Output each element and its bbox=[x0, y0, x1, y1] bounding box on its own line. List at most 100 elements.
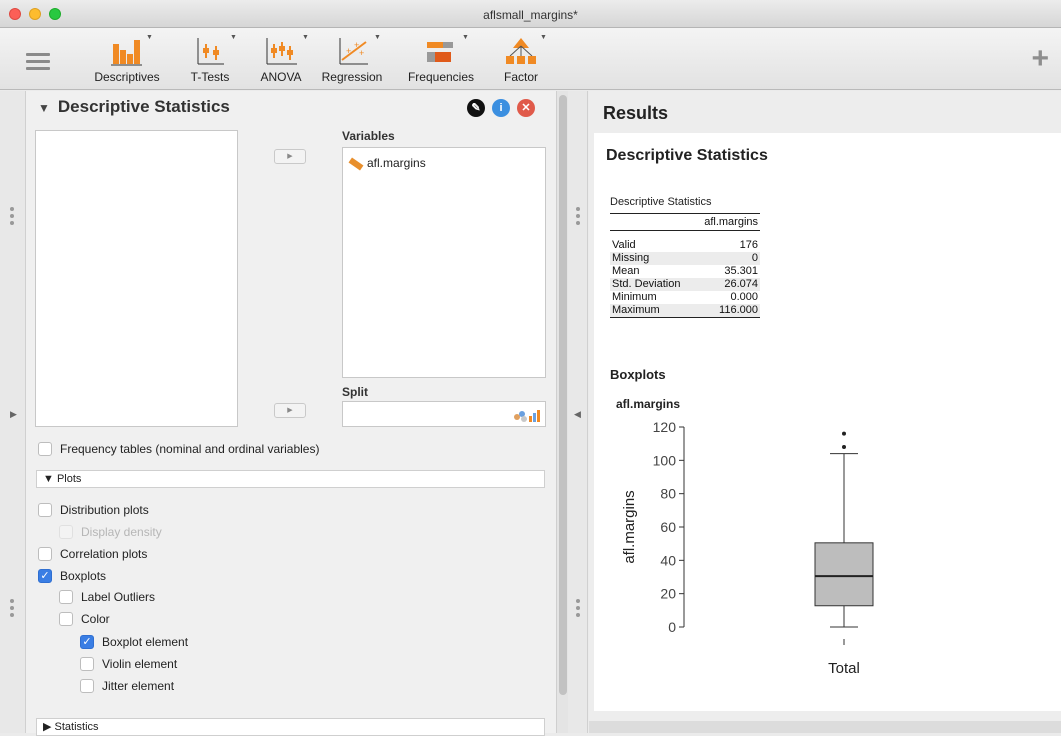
display-density-label: Display density bbox=[81, 525, 162, 539]
move-to-split-button[interactable]: ▶ bbox=[274, 403, 306, 418]
boxplot-element-checkbox[interactable]: ✓ bbox=[80, 635, 94, 649]
drag-handle-icon[interactable] bbox=[10, 207, 14, 228]
row-label: Missing bbox=[610, 252, 695, 265]
display-density-checkbox bbox=[59, 525, 73, 539]
drag-handle-icon[interactable] bbox=[576, 599, 580, 620]
collapse-arrow-icon[interactable]: ◀ bbox=[574, 409, 581, 420]
nominal-ordinal-icon bbox=[514, 410, 540, 422]
row-value: 0.000 bbox=[730, 291, 758, 303]
violin-element-checkbox[interactable] bbox=[80, 657, 94, 671]
row-value: 176 bbox=[739, 239, 758, 251]
row-value: 26.074 bbox=[694, 278, 760, 291]
descriptives-button[interactable]: ▼ Descriptives bbox=[90, 34, 164, 84]
variable-item[interactable]: afl.margins bbox=[348, 156, 426, 171]
boxplot-chart[interactable]: 0 20 40 60 80 100 120 afl.margins Total bbox=[614, 413, 914, 683]
add-module-button[interactable]: + bbox=[1031, 42, 1049, 76]
info-button[interactable]: i bbox=[492, 99, 510, 117]
results-section-title[interactable]: Descriptive Statistics bbox=[606, 147, 768, 165]
label-outliers-option[interactable]: Label Outliers bbox=[59, 590, 155, 604]
t-tests-icon bbox=[197, 38, 224, 65]
factor-label: Factor bbox=[503, 70, 538, 84]
plots-section-header[interactable]: ▼ Plots bbox=[36, 470, 545, 488]
frequency-tables-checkbox[interactable] bbox=[38, 442, 52, 456]
left-collapse-strip[interactable]: ▶ bbox=[0, 91, 26, 733]
ribbon-toolbar: ▼ Descriptives ▼ T-Tests ▼ ANOVA + + + ▼… bbox=[0, 28, 1061, 90]
plot-title[interactable]: afl.margins bbox=[616, 397, 680, 411]
boxplots-option[interactable]: ✓ Boxplots bbox=[38, 569, 106, 583]
ruler-icon bbox=[348, 157, 364, 171]
correlation-plots-checkbox[interactable] bbox=[38, 547, 52, 561]
table-title[interactable]: Descriptive Statistics bbox=[610, 196, 711, 208]
row-label: Mean bbox=[612, 265, 640, 277]
panel-divider[interactable]: ◀ bbox=[568, 91, 588, 733]
distribution-plots-checkbox[interactable] bbox=[38, 503, 52, 517]
variables-list[interactable]: afl.margins bbox=[342, 147, 546, 378]
distribution-plots-label: Distribution plots bbox=[60, 503, 149, 517]
frequencies-button[interactable]: ▼ Frequencies bbox=[404, 34, 478, 84]
correlation-plots-option[interactable]: Correlation plots bbox=[38, 547, 147, 561]
correlation-plots-label: Correlation plots bbox=[60, 547, 148, 561]
anova-button[interactable]: ▼ ANOVA bbox=[254, 34, 309, 84]
boxplot-element-label: Boxplot element bbox=[102, 635, 189, 649]
window-titlebar: aflsmall_margins* bbox=[0, 0, 1061, 28]
row-value: 35.301 bbox=[724, 265, 758, 277]
options-scrollbar[interactable] bbox=[556, 91, 568, 733]
y-tick-label: 60 bbox=[660, 519, 676, 535]
svg-text:+: + bbox=[346, 46, 351, 56]
statistics-section-header[interactable]: ▶ Statistics bbox=[36, 718, 545, 736]
anova-label: ANOVA bbox=[260, 70, 302, 84]
analysis-options-panel: ▼ Descriptive Statistics ✎ i ✕ ▶ Variable… bbox=[26, 91, 556, 736]
factor-button[interactable]: ▼ Factor bbox=[494, 34, 548, 84]
boxplot-element-option[interactable]: ✓ Boxplot element bbox=[80, 635, 188, 649]
jitter-element-checkbox[interactable] bbox=[80, 679, 94, 693]
y-tick-label: 0 bbox=[668, 619, 676, 635]
row-value: 116.000 bbox=[694, 304, 760, 318]
x-category-label: Total bbox=[828, 660, 860, 677]
regression-button[interactable]: + + + ▼ Regression bbox=[312, 34, 392, 84]
edit-title-button[interactable]: ✎ bbox=[467, 99, 485, 117]
menu-icon[interactable] bbox=[26, 53, 50, 74]
move-to-variables-button[interactable]: ▶ bbox=[274, 149, 306, 164]
results-output: Descriptive Statistics Descriptive Stati… bbox=[594, 133, 1061, 711]
boxplots-checkbox[interactable]: ✓ bbox=[38, 569, 52, 583]
regression-label: Regression bbox=[321, 70, 383, 84]
boxplots-label: Boxplots bbox=[60, 569, 107, 583]
row-value: 0 bbox=[694, 252, 760, 265]
split-box[interactable] bbox=[342, 401, 546, 427]
frequency-tables-option[interactable]: Frequency tables (nominal and ordinal va… bbox=[38, 442, 319, 456]
analysis-header[interactable]: ▼ Descriptive Statistics bbox=[38, 97, 230, 117]
results-horizontal-scrollbar[interactable] bbox=[589, 721, 1061, 733]
close-analysis-button[interactable]: ✕ bbox=[517, 99, 535, 117]
results-panel: Results Descriptive Statistics Descripti… bbox=[589, 91, 1061, 733]
variables-label: Variables bbox=[342, 129, 395, 143]
y-axis-label: afl.margins bbox=[621, 490, 638, 563]
table-column-header: afl.margins bbox=[694, 213, 760, 231]
frequency-tables-label: Frequency tables (nominal and ordinal va… bbox=[60, 442, 320, 456]
results-title: Results bbox=[603, 103, 669, 123]
anova-icon bbox=[266, 38, 297, 65]
jitter-element-option[interactable]: Jitter element bbox=[80, 679, 174, 693]
label-outliers-checkbox[interactable] bbox=[59, 590, 73, 604]
distribution-plots-option[interactable]: Distribution plots bbox=[38, 503, 149, 517]
collapse-triangle-icon[interactable]: ▼ bbox=[38, 101, 50, 115]
violin-element-label: Violin element bbox=[102, 657, 178, 671]
color-option[interactable]: Color bbox=[59, 612, 110, 626]
row-label: Minimum bbox=[612, 291, 657, 303]
color-label: Color bbox=[81, 612, 110, 626]
expand-arrow-icon[interactable]: ▶ bbox=[10, 409, 17, 420]
violin-element-option[interactable]: Violin element bbox=[80, 657, 177, 671]
variable-name: afl.margins bbox=[367, 156, 426, 170]
collapsed-triangle-icon: ▶ bbox=[43, 721, 55, 733]
drag-handle-icon[interactable] bbox=[576, 207, 580, 228]
t-tests-button[interactable]: ▼ T-Tests bbox=[180, 34, 240, 84]
boxplots-title[interactable]: Boxplots bbox=[610, 367, 666, 382]
color-checkbox[interactable] bbox=[59, 612, 73, 626]
factor-icon bbox=[506, 38, 536, 64]
display-density-option: Display density bbox=[59, 525, 162, 539]
outlier-point bbox=[842, 431, 846, 436]
descriptives-table: afl.margins Valid 176 Missing 0 Mean 35.301… bbox=[610, 213, 760, 318]
drag-handle-icon[interactable] bbox=[10, 599, 14, 620]
scrollbar-thumb[interactable] bbox=[559, 95, 567, 695]
y-tick-label: 40 bbox=[660, 552, 676, 568]
available-variables-list[interactable] bbox=[35, 130, 238, 427]
